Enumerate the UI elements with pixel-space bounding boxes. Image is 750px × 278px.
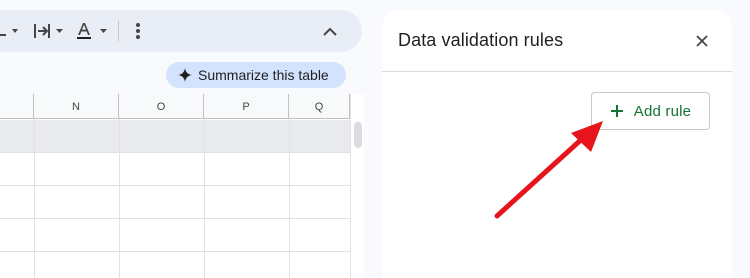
grid-line [0, 152, 350, 153]
panel-divider [382, 71, 732, 72]
grid-line [0, 185, 350, 186]
data-validation-panel: Data validation rules Add rule [382, 10, 732, 278]
close-icon [696, 35, 708, 47]
summarize-chip-label: Summarize this table [198, 67, 329, 83]
selected-row [0, 120, 350, 152]
close-panel-button[interactable] [694, 33, 710, 49]
chevron-down-icon [12, 29, 18, 33]
spreadsheet-area: Summarize this table N O P Q [0, 0, 370, 278]
chevron-up-icon [323, 27, 337, 36]
text-color-icon [77, 23, 107, 39]
column-header-q[interactable]: Q [289, 94, 350, 119]
grid-line [34, 119, 35, 278]
column-header-n[interactable]: N [34, 94, 119, 119]
column-header-p[interactable]: P [204, 94, 289, 119]
formatting-toolbar [0, 10, 362, 52]
more-options-button[interactable] [132, 21, 144, 41]
collapse-toolbar-button[interactable] [322, 21, 338, 41]
grid-line [289, 119, 290, 278]
text-wrap-icon [34, 24, 63, 38]
more-vert-icon [136, 23, 140, 39]
column-header-m[interactable] [0, 94, 34, 119]
column-header-o[interactable]: O [119, 94, 204, 119]
plus-icon [610, 105, 623, 117]
text-wrap-dropdown[interactable] [32, 21, 70, 41]
grid-line [0, 251, 350, 252]
column-header-row: N O P Q [0, 94, 350, 119]
sparkle-icon [178, 68, 192, 82]
summarize-table-chip[interactable]: Summarize this table [166, 62, 346, 88]
scrollbar-thumb[interactable] [354, 122, 362, 148]
grid-line [204, 119, 205, 278]
vertical-align-dropdown[interactable] [0, 21, 22, 41]
grid-line [119, 119, 120, 278]
sheet-grid[interactable]: N O P Q [0, 94, 350, 278]
vertical-scrollbar[interactable] [350, 94, 364, 278]
panel-title: Data validation rules [398, 30, 564, 50]
add-rule-button[interactable]: Add rule [591, 92, 710, 130]
add-rule-label: Add rule [633, 102, 692, 120]
text-color-dropdown[interactable] [74, 21, 114, 41]
grid-line [0, 218, 350, 219]
toolbar-separator [118, 21, 119, 41]
